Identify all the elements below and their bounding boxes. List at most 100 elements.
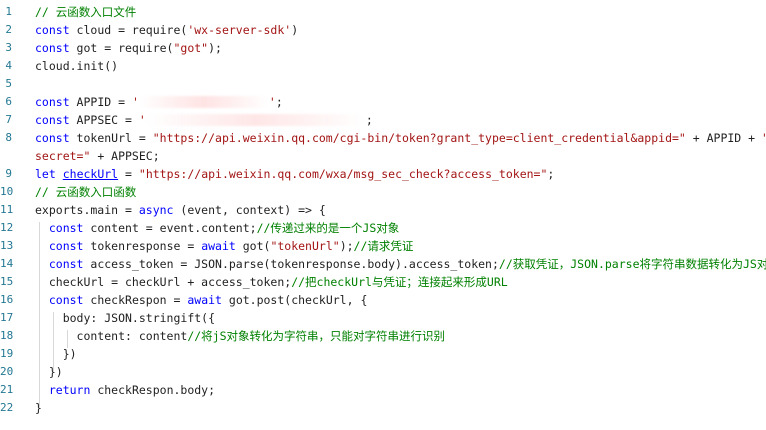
line-number: 11 — [0, 203, 14, 216]
code-token: got.post(checkUrl, { — [221, 293, 368, 307]
code-line: const got = require("got"); — [35, 39, 222, 57]
line-number: 17 — [0, 311, 14, 324]
code-token: ); — [339, 239, 354, 253]
code-token: APPSEC = — [69, 113, 139, 127]
line-number: 2 — [5, 23, 12, 36]
code-editor[interactable]: 1 2 3 4 5 6 7 8 9 10 11 12 13 14 15 16 17 18 19 20 21 22 // 云… — [0, 0, 766, 430]
code-token: ; — [275, 95, 283, 109]
code-token: checkRespon = — [83, 293, 188, 307]
string-literal: ' — [138, 113, 146, 127]
string-literal: "https://api.weixin.qq.com/cgi-bin/token… — [152, 131, 686, 145]
code-token: + APPID + — [685, 131, 763, 145]
code-line: const access_token = JSON.parse(tokenres… — [35, 255, 766, 273]
line-number: 6 — [5, 95, 12, 108]
string-literal: "tokenUrl" — [270, 239, 340, 253]
keyword: const — [35, 41, 70, 55]
code-token: cloud.init() — [35, 59, 119, 73]
keyword: async — [138, 203, 174, 217]
string-literal: ' — [131, 95, 139, 109]
line-number: 15 — [0, 275, 14, 288]
code-line: let checkUrl = "https://api.weixin.qq.co… — [35, 165, 554, 183]
code-line: // 云函数入口文件 — [35, 3, 136, 21]
string-literal: "got" — [173, 41, 209, 55]
keyword: return — [48, 383, 91, 397]
indent-guide — [39, 222, 40, 408]
keyword: const — [35, 23, 70, 37]
line-number: 21 — [0, 383, 14, 396]
indent-guide — [67, 330, 68, 348]
line-number: 3 — [5, 41, 12, 54]
code-line: body: JSON.stringift({ — [35, 309, 215, 327]
code-line: const APPID = ' '; — [35, 93, 283, 111]
string-literal: secret=" — [35, 149, 91, 163]
keyword: const — [48, 257, 84, 271]
code-token: ) — [291, 23, 299, 37]
string-literal: ' — [268, 95, 276, 109]
line-number: 8 — [5, 131, 12, 144]
line-number-gutter: 1 2 3 4 5 6 7 8 9 10 11 12 13 14 15 16 17 18 19 20 21 22 — [0, 0, 22, 430]
code-area[interactable]: // 云函数入口文件 const cloud = require('wx-serv… — [35, 0, 766, 430]
code-line: return checkRespon.body; — [35, 381, 215, 399]
code-token: got( — [235, 239, 271, 253]
code-token: exports.main = — [35, 203, 139, 217]
code-comment: //请求凭证 — [353, 239, 414, 253]
code-comment: //将jS对象转化为字符串，只能对字符串进行识别 — [187, 329, 446, 343]
keyword: const — [48, 239, 84, 253]
line-number: 18 — [0, 329, 14, 342]
line-number: 4 — [5, 59, 12, 72]
code-line: const tokenUrl = "https://api.weixin.qq.… — [35, 129, 766, 147]
code-token: cloud = require( — [69, 23, 188, 37]
keyword: await — [187, 293, 222, 307]
string-literal: "https://api.weixin.qq.com/wxa/msg_sec_c… — [138, 167, 548, 181]
code-token: checkUrl = checkUrl + access_token; — [35, 275, 292, 289]
code-token: access_token = JSON.parse(tokenresponse.… — [83, 257, 499, 271]
code-line: secret=" + APPSEC; — [35, 147, 160, 165]
code-token: ; — [365, 113, 373, 127]
line-number: 5 — [5, 77, 12, 90]
code-token: (event, context) => { — [173, 203, 326, 217]
code-line: cloud.init() — [35, 57, 118, 75]
code-token: = — [118, 167, 139, 181]
code-token: tokenresponse = — [83, 239, 202, 253]
code-line: checkUrl = checkUrl + access_token;//把ch… — [35, 273, 508, 291]
code-comment: //传递过来的是一个JS对象 — [256, 221, 400, 235]
line-number: 12 — [0, 221, 14, 234]
code-token: got = require( — [69, 41, 174, 55]
code-token: ); — [208, 41, 222, 55]
code-token: body: JSON.stringift({ — [35, 311, 216, 325]
identifier-link[interactable]: checkUrl — [63, 167, 118, 181]
code-line: const cloud = require('wx-server-sdk') — [35, 21, 298, 39]
code-line: content: content//将jS对象转化为字符串，只能对字符串进行识别 — [35, 327, 446, 345]
keyword: const — [48, 293, 84, 307]
line-number: 9 — [5, 167, 12, 180]
code-token: content = event.content; — [83, 221, 257, 235]
code-token: ; — [547, 167, 555, 181]
code-line: // 云函数入口函数 — [35, 183, 136, 201]
keyword: let — [35, 167, 56, 181]
line-number: 16 — [0, 293, 14, 306]
redacted-value — [138, 96, 269, 108]
string-literal: "& — [762, 131, 766, 145]
line-number: 1 — [5, 5, 12, 18]
indent-guide — [53, 312, 54, 372]
keyword: const — [35, 95, 70, 109]
line-number: 13 — [0, 239, 14, 252]
code-comment: // 云函数入口函数 — [35, 185, 137, 199]
code-line: const APPSEC = '; — [35, 111, 373, 129]
line-number: 19 — [0, 347, 14, 360]
keyword: const — [48, 221, 84, 235]
line-number: 20 — [0, 365, 14, 378]
code-token: checkRespon.body; — [90, 383, 216, 397]
code-comment: //获取凭证，JSON.parse将字符串数据转化为JS对象 — [498, 257, 766, 271]
line-number: 10 — [0, 185, 14, 198]
redacted-value — [145, 114, 366, 126]
keyword: const — [35, 131, 70, 145]
string-literal: 'wx-server-sdk' — [187, 23, 292, 37]
code-comment: //把checkUrl与凭证；连接起来形成URL — [291, 275, 508, 289]
code-line: const tokenresponse = await got("tokenUr… — [35, 237, 414, 255]
